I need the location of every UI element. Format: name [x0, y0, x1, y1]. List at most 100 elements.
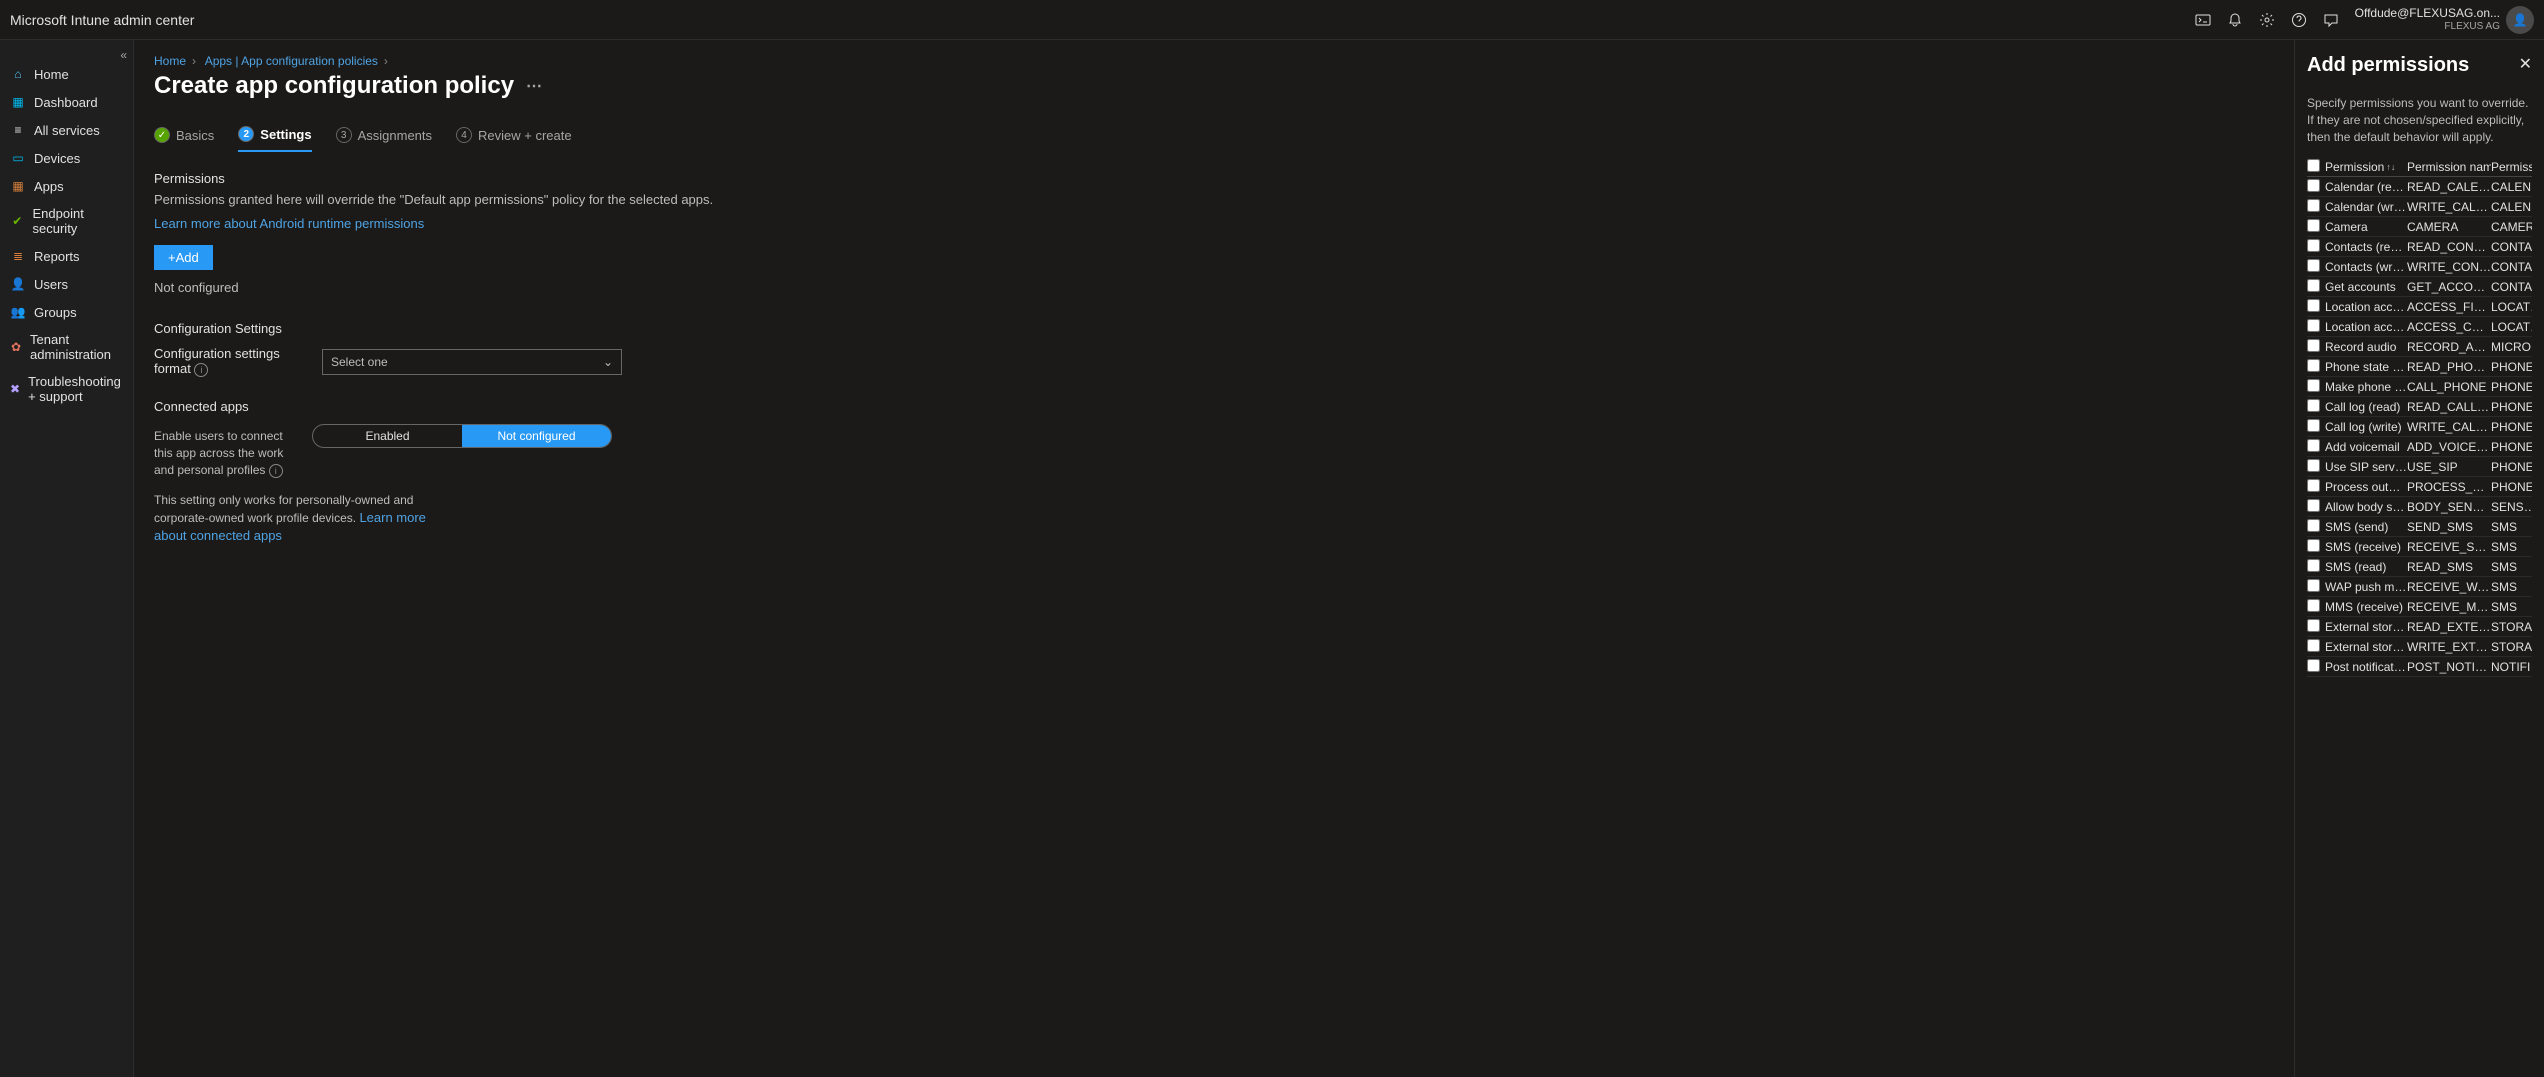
- row-checkbox[interactable]: [2307, 519, 2320, 532]
- sidebar-item-groups[interactable]: 👥Groups: [0, 298, 133, 326]
- crumb-apps-config[interactable]: Apps | App configuration policies: [205, 54, 378, 68]
- connected-toggle[interactable]: Enabled Not configured: [312, 424, 612, 448]
- config-format-select[interactable]: Select one ⌄: [322, 349, 622, 375]
- col-permission-group[interactable]: Permission g: [2491, 160, 2532, 174]
- gear-icon[interactable]: [2251, 4, 2283, 36]
- table-row[interactable]: Call log (write)WRITE_CALL_LOGPHONE: [2307, 417, 2532, 437]
- table-row[interactable]: Add voicemailADD_VOICEMAILPHONE: [2307, 437, 2532, 457]
- sidebar-item-devices[interactable]: ▭Devices: [0, 144, 133, 172]
- table-row[interactable]: Phone state (read)READ_PHONE_STATEPHONE: [2307, 357, 2532, 377]
- avatar[interactable]: 👤: [2506, 6, 2534, 34]
- row-checkbox[interactable]: [2307, 659, 2320, 672]
- cell-permission-name: RECEIVE_WAP_PUSH: [2407, 580, 2491, 594]
- row-checkbox[interactable]: [2307, 459, 2320, 472]
- row-checkbox[interactable]: [2307, 499, 2320, 512]
- notifications-icon[interactable]: [2219, 4, 2251, 36]
- user-info[interactable]: Offdude@FLEXUSAG.on... FLEXUS AG: [2355, 6, 2500, 32]
- select-all-checkbox[interactable]: [2307, 159, 2320, 172]
- row-checkbox[interactable]: [2307, 279, 2320, 292]
- sidebar-item-troubleshooting[interactable]: ✖Troubleshooting + support: [0, 368, 133, 410]
- row-checkbox[interactable]: [2307, 579, 2320, 592]
- cell-permission-name: RECEIVE_SMS: [2407, 540, 2491, 554]
- table-row[interactable]: Post notificationsPOST_NOTIFICATIONSNOTI…: [2307, 657, 2532, 677]
- learn-more-runtime-perm[interactable]: Learn more about Android runtime permiss…: [154, 216, 424, 231]
- table-row[interactable]: Calendar (read)READ_CALENDARCALENDAR: [2307, 177, 2532, 197]
- sidebar-item-dashboard[interactable]: ▦Dashboard: [0, 88, 133, 116]
- cloud-shell-icon[interactable]: [2187, 4, 2219, 36]
- table-row[interactable]: Record audioRECORD_AUDIOMICROPHONE: [2307, 337, 2532, 357]
- table-row[interactable]: Location access (coa...ACCESS_COARSE_LO.…: [2307, 317, 2532, 337]
- step-settings[interactable]: 2Settings: [238, 126, 311, 152]
- step-review[interactable]: 4Review + create: [456, 126, 572, 152]
- table-row[interactable]: MMS (receive)RECEIVE_MMSSMS: [2307, 597, 2532, 617]
- content: Home› Apps | App configuration policies›…: [134, 40, 2294, 1077]
- cell-permission-group: SMS: [2491, 540, 2532, 554]
- cell-permission: Contacts (write): [2325, 260, 2407, 274]
- table-row[interactable]: CameraCAMERACAMERA: [2307, 217, 2532, 237]
- sidebar-item-apps[interactable]: ▦Apps: [0, 172, 133, 200]
- row-checkbox[interactable]: [2307, 439, 2320, 452]
- row-checkbox[interactable]: [2307, 399, 2320, 412]
- sidebar-item-endpoint-security[interactable]: ✔Endpoint security: [0, 200, 133, 242]
- table-row[interactable]: Contacts (write)WRITE_CONTACTSCONTACTS: [2307, 257, 2532, 277]
- row-checkbox[interactable]: [2307, 339, 2320, 352]
- sidebar-collapse[interactable]: «: [120, 48, 127, 62]
- table-row[interactable]: Call log (read)READ_CALL_LOGPHONE: [2307, 397, 2532, 417]
- add-permission-button[interactable]: +Add: [154, 245, 213, 270]
- table-row[interactable]: SMS (read)READ_SMSSMS: [2307, 557, 2532, 577]
- row-checkbox[interactable]: [2307, 479, 2320, 492]
- toggle-enabled[interactable]: Enabled: [313, 425, 462, 447]
- close-icon[interactable]: ✕: [2519, 54, 2532, 74]
- cell-permission: Calendar (write): [2325, 200, 2407, 214]
- table-row[interactable]: Make phone callsCALL_PHONEPHONE: [2307, 377, 2532, 397]
- sidebar-item-reports[interactable]: ≣Reports: [0, 242, 133, 270]
- table-row[interactable]: External storage (wri...WRITE_EXTERNAL_S…: [2307, 637, 2532, 657]
- help-icon[interactable]: [2283, 4, 2315, 36]
- table-row[interactable]: Location access (fine)ACCESS_FINE_LOCAT.…: [2307, 297, 2532, 317]
- sidebar-item-all-services[interactable]: ≡All services: [0, 116, 133, 144]
- row-checkbox[interactable]: [2307, 299, 2320, 312]
- sidebar-item-tenant-admin[interactable]: ✿Tenant administration: [0, 326, 133, 368]
- page-more-icon[interactable]: ⋯: [526, 76, 542, 96]
- row-checkbox[interactable]: [2307, 259, 2320, 272]
- cell-permission-group: SMS: [2491, 580, 2532, 594]
- row-checkbox[interactable]: [2307, 559, 2320, 572]
- row-checkbox[interactable]: [2307, 599, 2320, 612]
- table-row[interactable]: SMS (send)SEND_SMSSMS: [2307, 517, 2532, 537]
- table-row[interactable]: Allow body sensor d...BODY_SENSORSSENSOR…: [2307, 497, 2532, 517]
- row-checkbox[interactable]: [2307, 619, 2320, 632]
- cell-permission-name: RECORD_AUDIO: [2407, 340, 2491, 354]
- table-row[interactable]: Use SIP serviceUSE_SIPPHONE: [2307, 457, 2532, 477]
- col-permission-name[interactable]: Permission name↑↓: [2407, 160, 2491, 174]
- row-checkbox[interactable]: [2307, 179, 2320, 192]
- cell-permission-name: GET_ACCOUNTS: [2407, 280, 2491, 294]
- cell-permission: External storage (re...: [2325, 620, 2407, 634]
- table-row[interactable]: Process outgoing ca...PROCESS_OUTGOIN...…: [2307, 477, 2532, 497]
- row-checkbox[interactable]: [2307, 219, 2320, 232]
- table-row[interactable]: Get accountsGET_ACCOUNTSCONTACTS: [2307, 277, 2532, 297]
- col-permission[interactable]: Permission↑↓: [2325, 160, 2407, 174]
- table-row[interactable]: External storage (re...READ_EXTERNAL_ST.…: [2307, 617, 2532, 637]
- info-icon[interactable]: i: [269, 464, 283, 478]
- row-checkbox[interactable]: [2307, 539, 2320, 552]
- row-checkbox[interactable]: [2307, 379, 2320, 392]
- row-checkbox[interactable]: [2307, 639, 2320, 652]
- step-assignments[interactable]: 3Assignments: [336, 126, 432, 152]
- table-row[interactable]: SMS (receive)RECEIVE_SMSSMS: [2307, 537, 2532, 557]
- row-checkbox[interactable]: [2307, 319, 2320, 332]
- cell-permission-group: NOTIFICATION: [2491, 660, 2532, 674]
- table-row[interactable]: WAP push messages...RECEIVE_WAP_PUSHSMS: [2307, 577, 2532, 597]
- toggle-not-configured[interactable]: Not configured: [462, 425, 611, 447]
- row-checkbox[interactable]: [2307, 199, 2320, 212]
- info-icon[interactable]: i: [194, 363, 208, 377]
- row-checkbox[interactable]: [2307, 359, 2320, 372]
- step-basics[interactable]: ✓Basics: [154, 126, 214, 152]
- feedback-icon[interactable]: [2315, 4, 2347, 36]
- table-row[interactable]: Calendar (write)WRITE_CALENDARCALENDAR: [2307, 197, 2532, 217]
- crumb-home[interactable]: Home: [154, 54, 186, 68]
- sidebar-item-home[interactable]: ⌂Home: [0, 60, 133, 88]
- row-checkbox[interactable]: [2307, 419, 2320, 432]
- table-row[interactable]: Contacts (read)READ_CONTACTSCONTACTS: [2307, 237, 2532, 257]
- sidebar-item-users[interactable]: 👤Users: [0, 270, 133, 298]
- row-checkbox[interactable]: [2307, 239, 2320, 252]
